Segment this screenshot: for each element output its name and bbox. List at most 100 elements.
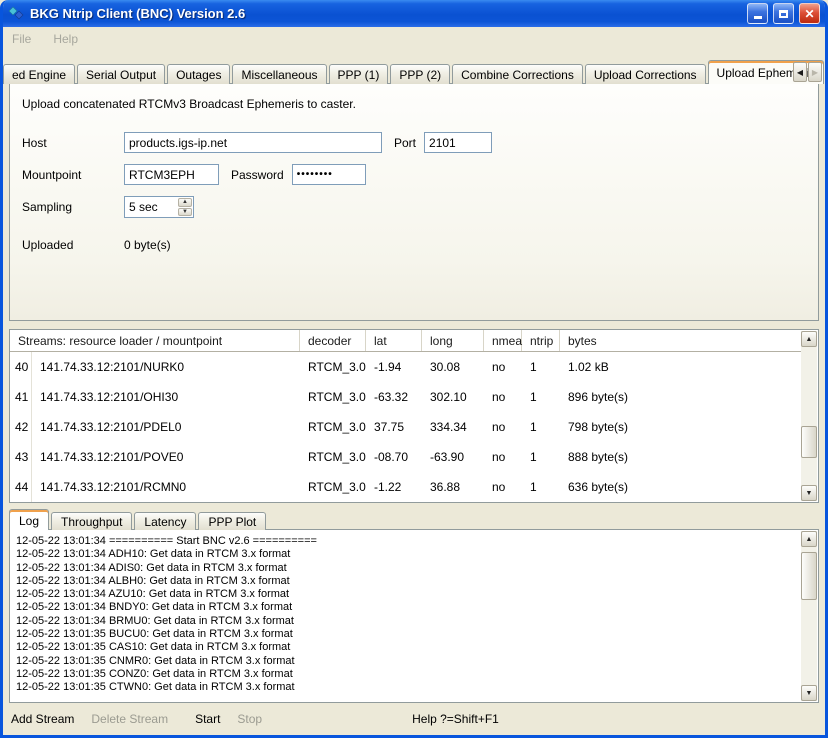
cell-long: 30.08 — [422, 360, 484, 374]
status-bar: Add Stream Delete Stream Start Stop Help… — [3, 703, 825, 735]
streams-scroll-up-button[interactable]: ▲ — [801, 331, 817, 347]
password-input[interactable] — [292, 164, 366, 185]
sampling-value: 5 sec — [125, 197, 177, 217]
tab-latency[interactable]: Latency — [134, 512, 196, 530]
streams-scroll-thumb[interactable] — [801, 426, 817, 458]
minimize-button[interactable] — [747, 3, 768, 24]
log-scrollbar[interactable]: ▲ ▼ — [801, 531, 817, 701]
cell-decoder: RTCM_3.0 — [300, 480, 366, 494]
table-row[interactable]: 41 141.74.33.12:2101/OHI30 RTCM_3.0 -63.… — [10, 382, 801, 412]
cell-long: -63.90 — [422, 450, 484, 464]
host-label: Host — [22, 136, 124, 150]
log-line: 12-05-22 13:01:35 CNMR0: Get data in RTC… — [16, 655, 798, 668]
maximize-button[interactable] — [773, 3, 794, 24]
log-line: 12-05-22 13:01:35 CONZ0: Get data in RTC… — [16, 668, 798, 681]
tab-feed-engine[interactable]: ed Engine — [3, 64, 75, 84]
log-line: 12-05-22 13:01:35 CAS10: Get data in RTC… — [16, 641, 798, 654]
log-line: 12-05-22 13:01:35 CTWN0: Get data in RTC… — [16, 681, 798, 694]
tab-log[interactable]: Log — [9, 509, 49, 530]
cell-nmea: no — [484, 360, 522, 374]
log-scroll-up-button[interactable]: ▲ — [801, 531, 817, 547]
column-header-resource[interactable]: Streams: resource loader / mountpoint — [10, 330, 300, 351]
add-stream-button[interactable]: Add Stream — [11, 712, 74, 726]
cell-decoder: RTCM_3.0 — [300, 420, 366, 434]
cell-ntrip: 1 — [522, 480, 560, 494]
cell-bytes: 636 byte(s) — [560, 480, 801, 494]
cell-long: 36.88 — [422, 480, 484, 494]
menu-help[interactable]: Help — [53, 32, 78, 46]
down-arrow-icon: ▼ — [182, 209, 188, 215]
menu-bar: File Help — [3, 27, 825, 51]
tab-outages[interactable]: Outages — [167, 64, 230, 84]
sampling-spin-up-button[interactable]: ▲ — [178, 198, 192, 207]
start-button[interactable]: Start — [195, 712, 220, 726]
row-number: 42 — [10, 412, 32, 442]
column-header-long[interactable]: long — [422, 330, 484, 351]
sampling-spin-down-button[interactable]: ▼ — [178, 208, 192, 217]
streams-scroll-down-button[interactable]: ▼ — [801, 485, 817, 501]
tab-ppp-plot[interactable]: PPP Plot — [198, 512, 266, 530]
cell-resource: 141.74.33.12:2101/PDEL0 — [32, 420, 300, 434]
streams-scrollbar[interactable]: ▲ ▼ — [801, 331, 817, 501]
log-scroll-track[interactable] — [801, 547, 817, 685]
up-arrow-icon: ▲ — [182, 199, 188, 205]
tab-miscellaneous[interactable]: Miscellaneous — [232, 64, 326, 84]
column-header-decoder[interactable]: decoder — [300, 330, 366, 351]
table-row[interactable]: 40 141.74.33.12:2101/NURK0 RTCM_3.0 -1.9… — [10, 352, 801, 382]
app-icon[interactable] — [8, 5, 25, 22]
log-panel: 12-05-22 13:01:34 ========== Start BNC v… — [9, 529, 819, 703]
streams-scroll-track[interactable] — [801, 347, 817, 485]
table-row[interactable]: 44 141.74.33.12:2101/RCMN0 RTCM_3.0 -1.2… — [10, 472, 801, 502]
sampling-spinbox[interactable]: 5 sec ▲ ▼ — [124, 196, 194, 218]
cell-lat: 37.75 — [366, 420, 422, 434]
port-label: Port — [394, 136, 416, 150]
mountpoint-input[interactable] — [124, 164, 219, 185]
column-header-lat[interactable]: lat — [366, 330, 422, 351]
log-scroll-down-button[interactable]: ▼ — [801, 685, 817, 701]
tab-ppp-2[interactable]: PPP (2) — [390, 64, 450, 84]
port-input[interactable] — [424, 132, 492, 153]
tab-scroll-right-button[interactable]: ▶ — [808, 62, 822, 82]
cell-lat: -1.94 — [366, 360, 422, 374]
menu-file[interactable]: File — [12, 32, 31, 46]
right-arrow-icon: ▶ — [812, 68, 818, 77]
table-row[interactable]: 42 141.74.33.12:2101/PDEL0 RTCM_3.0 37.7… — [10, 412, 801, 442]
password-label: Password — [231, 168, 284, 182]
cell-decoder: RTCM_3.0 — [300, 360, 366, 374]
cell-ntrip: 1 — [522, 420, 560, 434]
down-arrow-icon: ▼ — [806, 490, 813, 497]
tab-scroll-left-button[interactable]: ◀ — [793, 62, 807, 82]
tab-combine-corrections[interactable]: Combine Corrections — [452, 64, 583, 84]
up-arrow-icon: ▲ — [806, 336, 813, 343]
log-line: 12-05-22 13:01:34 ADH10: Get data in RTC… — [16, 548, 798, 561]
cell-lat: -1.22 — [366, 480, 422, 494]
log-scroll-thumb[interactable] — [801, 552, 817, 600]
panel-description: Upload concatenated RTCMv3 Broadcast Eph… — [22, 97, 818, 111]
streams-table: Streams: resource loader / mountpoint de… — [9, 329, 819, 503]
column-header-bytes[interactable]: bytes — [560, 330, 801, 351]
stop-button[interactable]: Stop — [237, 712, 262, 726]
row-number: 43 — [10, 442, 32, 472]
delete-stream-button[interactable]: Delete Stream — [91, 712, 168, 726]
column-header-nmea[interactable]: nmea — [484, 330, 522, 351]
tab-ppp-1[interactable]: PPP (1) — [329, 64, 389, 84]
cell-resource: 141.74.33.12:2101/OHI30 — [32, 390, 300, 404]
sampling-spin-buttons: ▲ ▼ — [177, 197, 193, 217]
up-arrow-icon: ▲ — [806, 536, 813, 543]
tab-serial-output[interactable]: Serial Output — [77, 64, 165, 84]
down-arrow-icon: ▼ — [806, 690, 813, 697]
cell-bytes: 888 byte(s) — [560, 450, 801, 464]
table-row[interactable]: 43 141.74.33.12:2101/POVE0 RTCM_3.0 -08.… — [10, 442, 801, 472]
tab-throughput[interactable]: Throughput — [51, 512, 132, 530]
cell-long: 334.34 — [422, 420, 484, 434]
close-button[interactable]: ✕ — [799, 3, 820, 24]
tab-upload-corrections[interactable]: Upload Corrections — [585, 64, 706, 84]
title-bar[interactable]: BKG Ntrip Client (BNC) Version 2.6 ✕ — [3, 0, 825, 27]
cell-decoder: RTCM_3.0 — [300, 390, 366, 404]
minimize-icon — [754, 16, 762, 19]
column-header-ntrip[interactable]: ntrip — [522, 330, 560, 351]
host-input[interactable] — [124, 132, 382, 153]
cell-bytes: 798 byte(s) — [560, 420, 801, 434]
log-line: 12-05-22 13:01:34 ALBH0: Get data in RTC… — [16, 575, 798, 588]
app-window: BKG Ntrip Client (BNC) Version 2.6 ✕ Fil… — [0, 0, 828, 738]
